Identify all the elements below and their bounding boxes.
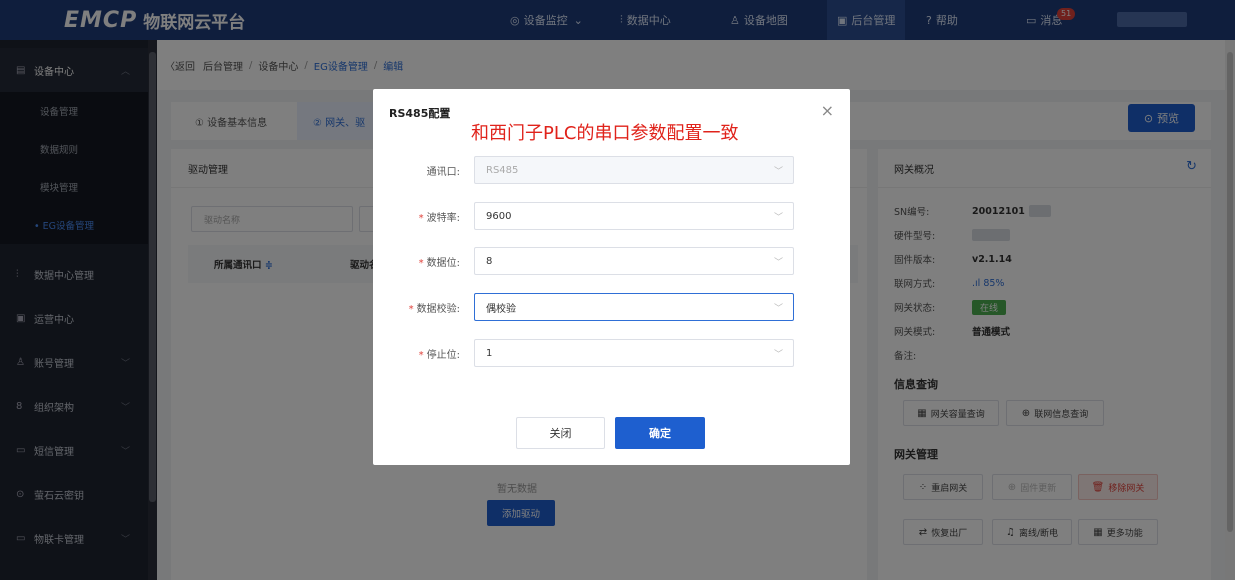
form-row-parity: * 数据校验: 偶校验 ﹀ [373, 293, 850, 321]
annotation-note: 和西门子PLC的串口参数配置一致 [471, 123, 739, 144]
field-label: * 数据校验: [408, 304, 460, 315]
rs485-config-dialog: RS485配置 和西门子PLC的串口参数配置一致 × 通讯口: RS485 ﹀ *… [373, 89, 850, 465]
data-bits-select[interactable]: 8 ﹀ [474, 247, 794, 275]
form-row-port: 通讯口: RS485 ﹀ [373, 156, 850, 184]
baud-rate-select[interactable]: 9600 ﹀ [474, 202, 794, 230]
field-label: * 数据位: [418, 258, 460, 269]
dialog-title: RS485配置 [389, 107, 451, 120]
chevron-down-icon: ﹀ [773, 350, 783, 360]
field-label: * 波特率: [418, 213, 460, 224]
confirm-button[interactable]: 确定 [615, 417, 705, 449]
chevron-down-icon: ﹀ [773, 167, 783, 177]
chevron-down-icon: ﹀ [773, 304, 783, 314]
form-row-stopbits: * 停止位: 1 ﹀ [373, 339, 850, 367]
field-label: 通讯口: [426, 167, 460, 178]
chevron-down-icon: ﹀ [773, 213, 783, 223]
parity-select[interactable]: 偶校验 ﹀ [474, 293, 794, 321]
field-label: * 停止位: [418, 350, 460, 361]
port-select[interactable]: RS485 ﹀ [474, 156, 794, 184]
chevron-down-icon: ﹀ [773, 258, 783, 268]
stop-bits-select[interactable]: 1 ﹀ [474, 339, 794, 367]
form-row-databits: * 数据位: 8 ﹀ [373, 247, 850, 275]
close-button[interactable]: 关闭 [516, 417, 605, 449]
close-icon[interactable]: × [821, 101, 834, 120]
form-row-baud: * 波特率: 9600 ﹀ [373, 202, 850, 230]
